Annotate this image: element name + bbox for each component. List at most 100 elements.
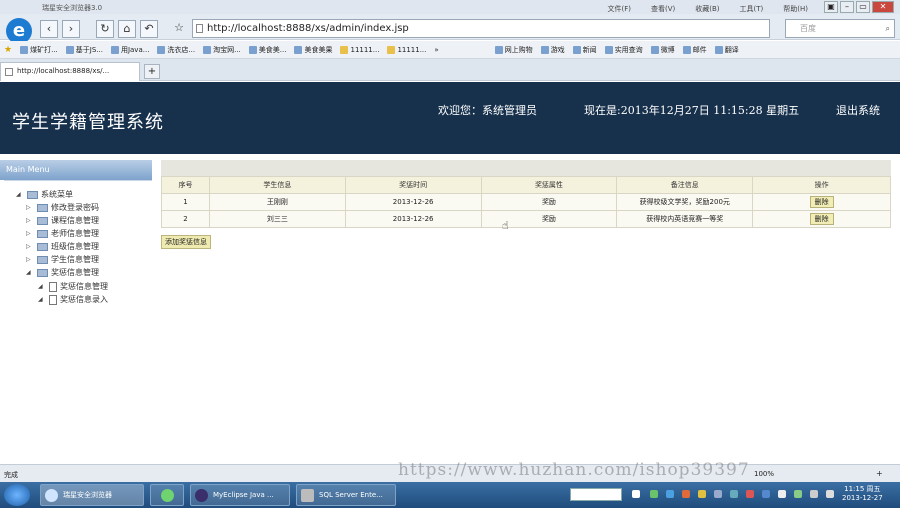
start-button[interactable] bbox=[4, 484, 30, 506]
browser-icon bbox=[45, 489, 58, 502]
browser-nav-bar: e ‹ › ↻ ⌂ ↶ ☆ http://localhost:8888/xs/a… bbox=[0, 14, 900, 44]
expand-triangle-icon[interactable]: ▷ bbox=[26, 204, 34, 211]
zoom-level[interactable]: 100% bbox=[754, 470, 774, 478]
restore-button[interactable]: ▭ bbox=[856, 1, 870, 13]
home-icon[interactable]: ⌂ bbox=[118, 20, 136, 38]
col-header-type: 奖惩属性 bbox=[480, 176, 618, 194]
tray-app-icon[interactable] bbox=[794, 490, 802, 498]
bookmark-item[interactable]: 美食美果 bbox=[294, 45, 332, 55]
menu-tools[interactable]: 工具(T) bbox=[740, 4, 764, 14]
bookmark-page-icon bbox=[572, 45, 581, 54]
menu-help[interactable]: 帮助(H) bbox=[783, 4, 808, 14]
skin-icon[interactable]: ▣ bbox=[824, 1, 838, 13]
collapse-triangle-icon[interactable]: ◢ bbox=[16, 191, 24, 198]
menu-favorites[interactable]: 收藏(B) bbox=[695, 4, 719, 14]
expand-triangle-icon[interactable]: ▷ bbox=[26, 217, 34, 224]
close-button[interactable]: ✕ bbox=[872, 1, 894, 13]
taskbar-item-sqlserver[interactable]: SQL Server Ente... bbox=[296, 484, 396, 506]
bookmark-item[interactable]: 网上购物 bbox=[494, 45, 533, 55]
table-row: 1 王刚刚 2013-12-26 奖励 获得校级文学奖，奖励200元 删除 bbox=[161, 193, 891, 211]
bookmark-item[interactable]: 邮件 bbox=[682, 45, 707, 55]
expand-triangle-icon[interactable]: ▷ bbox=[26, 230, 34, 237]
favorite-star-icon[interactable]: ☆ bbox=[170, 20, 188, 38]
sidebar-subitem-reward-manage[interactable]: ◢ 奖惩信息管理 bbox=[38, 281, 108, 292]
bookmark-folder[interactable]: 11111... bbox=[387, 45, 426, 54]
folder-icon bbox=[37, 203, 48, 212]
bookmark-item[interactable]: 翻译 bbox=[714, 45, 739, 55]
tray-app-icon[interactable] bbox=[682, 490, 690, 498]
tray-flag-icon[interactable] bbox=[826, 490, 834, 498]
bookmark-item[interactable]: 游戏 bbox=[540, 45, 565, 55]
taskbar-item-360[interactable] bbox=[150, 484, 184, 506]
tray-app-icon[interactable] bbox=[762, 490, 770, 498]
tray-network-icon[interactable] bbox=[666, 490, 674, 498]
address-text: http://localhost:8888/xs/admin/index.jsp bbox=[207, 23, 409, 34]
taskbar-item-browser[interactable]: 瑞星安全浏览器 bbox=[40, 484, 144, 506]
folder-icon bbox=[37, 242, 48, 251]
bookmark-folder[interactable]: 11111... bbox=[340, 45, 379, 54]
expand-triangle-icon[interactable]: ▷ bbox=[26, 256, 34, 263]
refresh-icon[interactable]: ↻ bbox=[96, 20, 114, 38]
tray-app-icon[interactable] bbox=[746, 490, 754, 498]
tray-app-icon[interactable] bbox=[730, 490, 738, 498]
tray-app-icon[interactable] bbox=[778, 490, 786, 498]
menu-file[interactable]: 文件(F) bbox=[607, 4, 631, 14]
bookmark-item[interactable]: 基于JS... bbox=[65, 45, 103, 55]
forward-icon[interactable]: › bbox=[62, 20, 80, 38]
sidebar-item-change-password[interactable]: ▷ 修改登录密码 bbox=[26, 202, 99, 213]
bookmark-item[interactable]: 淘宝网... bbox=[203, 45, 241, 55]
logout-link[interactable]: 退出系统 bbox=[836, 102, 880, 118]
tray-volume-icon[interactable] bbox=[810, 490, 818, 498]
delete-button[interactable]: 删除 bbox=[809, 213, 834, 225]
bookmark-item[interactable]: 实用查询 bbox=[604, 45, 643, 55]
undo-icon[interactable]: ↶ bbox=[140, 20, 158, 38]
address-bar[interactable]: http://localhost:8888/xs/admin/index.jsp bbox=[192, 19, 770, 38]
cell-type: 奖励 bbox=[480, 193, 618, 211]
delete-button[interactable]: 删除 bbox=[809, 196, 834, 208]
more-bookmarks-icon[interactable]: » bbox=[434, 46, 438, 54]
back-icon[interactable]: ‹ bbox=[40, 20, 58, 38]
sidebar-item-teacher[interactable]: ▷ 老师信息管理 bbox=[26, 228, 99, 239]
sidebar-item-course[interactable]: ▷ 课程信息管理 bbox=[26, 215, 99, 226]
taskbar-clock[interactable]: 11:15 周五 2013-12-27 bbox=[842, 485, 883, 503]
tray-app-icon[interactable] bbox=[698, 490, 706, 498]
sqlserver-icon bbox=[301, 489, 314, 502]
main-menu-divider bbox=[4, 180, 152, 181]
sidebar-subitem-reward-entry[interactable]: ◢ 奖惩信息录入 bbox=[38, 294, 108, 305]
bookmark-item[interactable]: 新闻 bbox=[572, 45, 597, 55]
tray-app-icon[interactable] bbox=[714, 490, 722, 498]
bookmark-page-icon bbox=[714, 45, 723, 54]
bookmark-item[interactable]: 洗衣店... bbox=[157, 45, 195, 55]
new-tab-button[interactable]: + bbox=[144, 64, 160, 79]
bookmark-item[interactable]: 用Java... bbox=[110, 45, 149, 55]
bookmark-item[interactable]: 煤矿打... bbox=[20, 45, 58, 55]
sidebar-item-class[interactable]: ▷ 班级信息管理 bbox=[26, 241, 99, 252]
tray-shield-icon[interactable] bbox=[650, 490, 658, 498]
bookmark-page-icon bbox=[203, 45, 212, 54]
expand-triangle-icon[interactable]: ▷ bbox=[26, 243, 34, 250]
sidebar-item-reward[interactable]: ◢ 奖惩信息管理 bbox=[26, 267, 99, 278]
bookmark-item[interactable]: 美食美... bbox=[248, 45, 286, 55]
search-input[interactable]: 百度 ⌕ bbox=[785, 19, 895, 38]
cell-no: 1 bbox=[161, 193, 210, 211]
taskbar-input-box[interactable] bbox=[570, 488, 622, 501]
menu-view[interactable]: 查看(V) bbox=[651, 4, 675, 14]
tree-root[interactable]: ◢ 系统菜单 bbox=[16, 189, 73, 200]
folder-icon bbox=[37, 229, 48, 238]
sidebar-item-student[interactable]: ▷ 学生信息管理 bbox=[26, 254, 99, 265]
zoom-in-icon[interactable]: + bbox=[876, 469, 883, 478]
cell-date: 2013-12-26 bbox=[344, 193, 482, 211]
minimize-button[interactable]: – bbox=[840, 1, 854, 13]
folder-icon bbox=[37, 216, 48, 225]
collapse-triangle-icon[interactable]: ◢ bbox=[26, 269, 34, 276]
folder-icon bbox=[387, 45, 396, 54]
search-icon[interactable]: ⌕ bbox=[886, 20, 890, 37]
page-header: 学生学籍管理系统 欢迎您：系统管理员 现在是:2013年12月27日 11:15… bbox=[0, 82, 900, 154]
add-reward-button[interactable]: 添加奖惩信息 bbox=[161, 235, 211, 249]
bookmark-item[interactable]: 微博 bbox=[650, 45, 675, 55]
tab-current[interactable]: http://localhost:8888/xs/... bbox=[0, 62, 140, 81]
tray-keyboard-icon[interactable] bbox=[632, 490, 640, 498]
clock-time: 11:15 周五 bbox=[844, 485, 881, 493]
taskbar-item-myeclipse[interactable]: MyEclipse Java ... bbox=[190, 484, 290, 506]
tab-bar: http://localhost:8888/xs/... + bbox=[0, 59, 900, 81]
